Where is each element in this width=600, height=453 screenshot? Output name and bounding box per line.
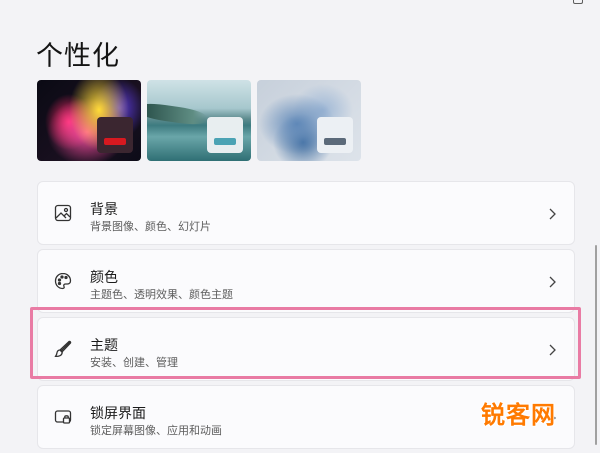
setting-background[interactable]: 背景 背景图像、颜色、幻灯片 bbox=[37, 181, 575, 245]
theme-thumbnail-1[interactable] bbox=[37, 80, 141, 161]
theme-color-swatch bbox=[317, 117, 353, 153]
chevron-right-icon bbox=[546, 274, 558, 288]
scrollbar[interactable] bbox=[595, 245, 597, 445]
chevron-right-icon bbox=[546, 206, 558, 220]
theme-accent-pill bbox=[214, 138, 236, 145]
image-icon bbox=[54, 204, 72, 222]
page-title: 个性化 bbox=[36, 41, 120, 72]
theme-color-swatch bbox=[97, 117, 133, 153]
setting-colors[interactable]: 颜色 主题色、透明效果、颜色主题 bbox=[37, 249, 575, 313]
minimize-button[interactable] bbox=[524, 0, 536, 4]
setting-title: 主题 bbox=[90, 338, 118, 354]
maximize-button[interactable] bbox=[572, 0, 584, 4]
theme-color-swatch bbox=[207, 117, 243, 153]
setting-subtitle: 背景图像、颜色、幻灯片 bbox=[90, 220, 211, 233]
theme-thumbnail-2[interactable] bbox=[147, 80, 251, 161]
setting-themes[interactable]: 主题 安装、创建、管理 bbox=[37, 317, 575, 381]
lock-screen-icon bbox=[54, 408, 72, 426]
theme-accent-pill bbox=[324, 138, 346, 145]
setting-subtitle: 安装、创建、管理 bbox=[90, 356, 178, 369]
setting-title: 背景 bbox=[90, 202, 118, 218]
window-controls bbox=[524, 0, 584, 4]
setting-title: 颜色 bbox=[90, 270, 118, 286]
chevron-right-icon bbox=[546, 342, 558, 356]
brush-icon bbox=[54, 340, 72, 358]
setting-subtitle: 主题色、透明效果、颜色主题 bbox=[90, 288, 233, 301]
setting-title: 锁屏界面 bbox=[90, 406, 146, 422]
palette-icon bbox=[54, 272, 72, 290]
theme-accent-pill bbox=[104, 138, 126, 145]
watermark-logo: 锐客网 bbox=[481, 401, 556, 429]
theme-thumbnail-3[interactable] bbox=[257, 80, 361, 161]
setting-subtitle: 锁定屏幕图像、应用和动画 bbox=[90, 424, 222, 437]
theme-preview-row bbox=[37, 80, 361, 161]
